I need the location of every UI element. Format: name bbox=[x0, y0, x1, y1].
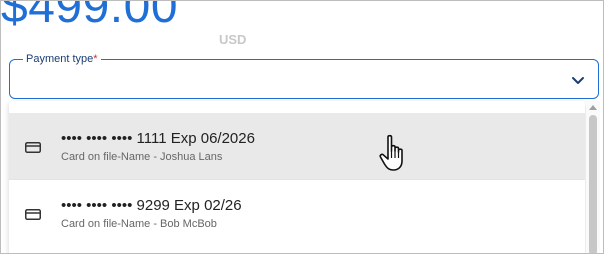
option-title: •••• •••• •••• 9299 Exp 02/26 bbox=[61, 197, 242, 214]
price-currency: USD bbox=[219, 32, 247, 47]
scroll-up-arrow-icon[interactable] bbox=[589, 105, 597, 110]
required-marker: * bbox=[93, 53, 98, 65]
payment-panel: $499.00 USD Payment type* •••• •••• ••••… bbox=[0, 0, 604, 254]
payment-type-label-text: Payment type bbox=[26, 53, 94, 65]
option-title: •••• •••• •••• 1111 Exp 06/2026 bbox=[61, 130, 255, 147]
credit-card-icon bbox=[25, 142, 41, 153]
chevron-down-icon[interactable] bbox=[571, 73, 585, 87]
option-subtitle: Card on file-Name - Joshua Lans bbox=[61, 151, 223, 163]
payment-option-card-9299[interactable]: •••• •••• •••• 9299 Exp 02/26 Card on fi… bbox=[9, 180, 585, 246]
dropdown-scrollbar[interactable] bbox=[586, 101, 600, 253]
option-subtitle: Card on file-Name - Bob McBob bbox=[61, 218, 217, 230]
scrollbar-thumb[interactable] bbox=[589, 115, 597, 253]
price-amount: $499.00 bbox=[1, 0, 179, 33]
payment-options-list: •••• •••• •••• 1111 Exp 06/2026 Card on … bbox=[9, 101, 585, 253]
hand-pointer-cursor-icon bbox=[379, 134, 403, 171]
payment-type-label: Payment type* bbox=[23, 53, 101, 65]
payment-type-select[interactable] bbox=[9, 59, 599, 99]
payment-option-card-1111[interactable]: •••• •••• •••• 1111 Exp 06/2026 Card on … bbox=[9, 113, 585, 179]
credit-card-icon bbox=[25, 209, 41, 220]
